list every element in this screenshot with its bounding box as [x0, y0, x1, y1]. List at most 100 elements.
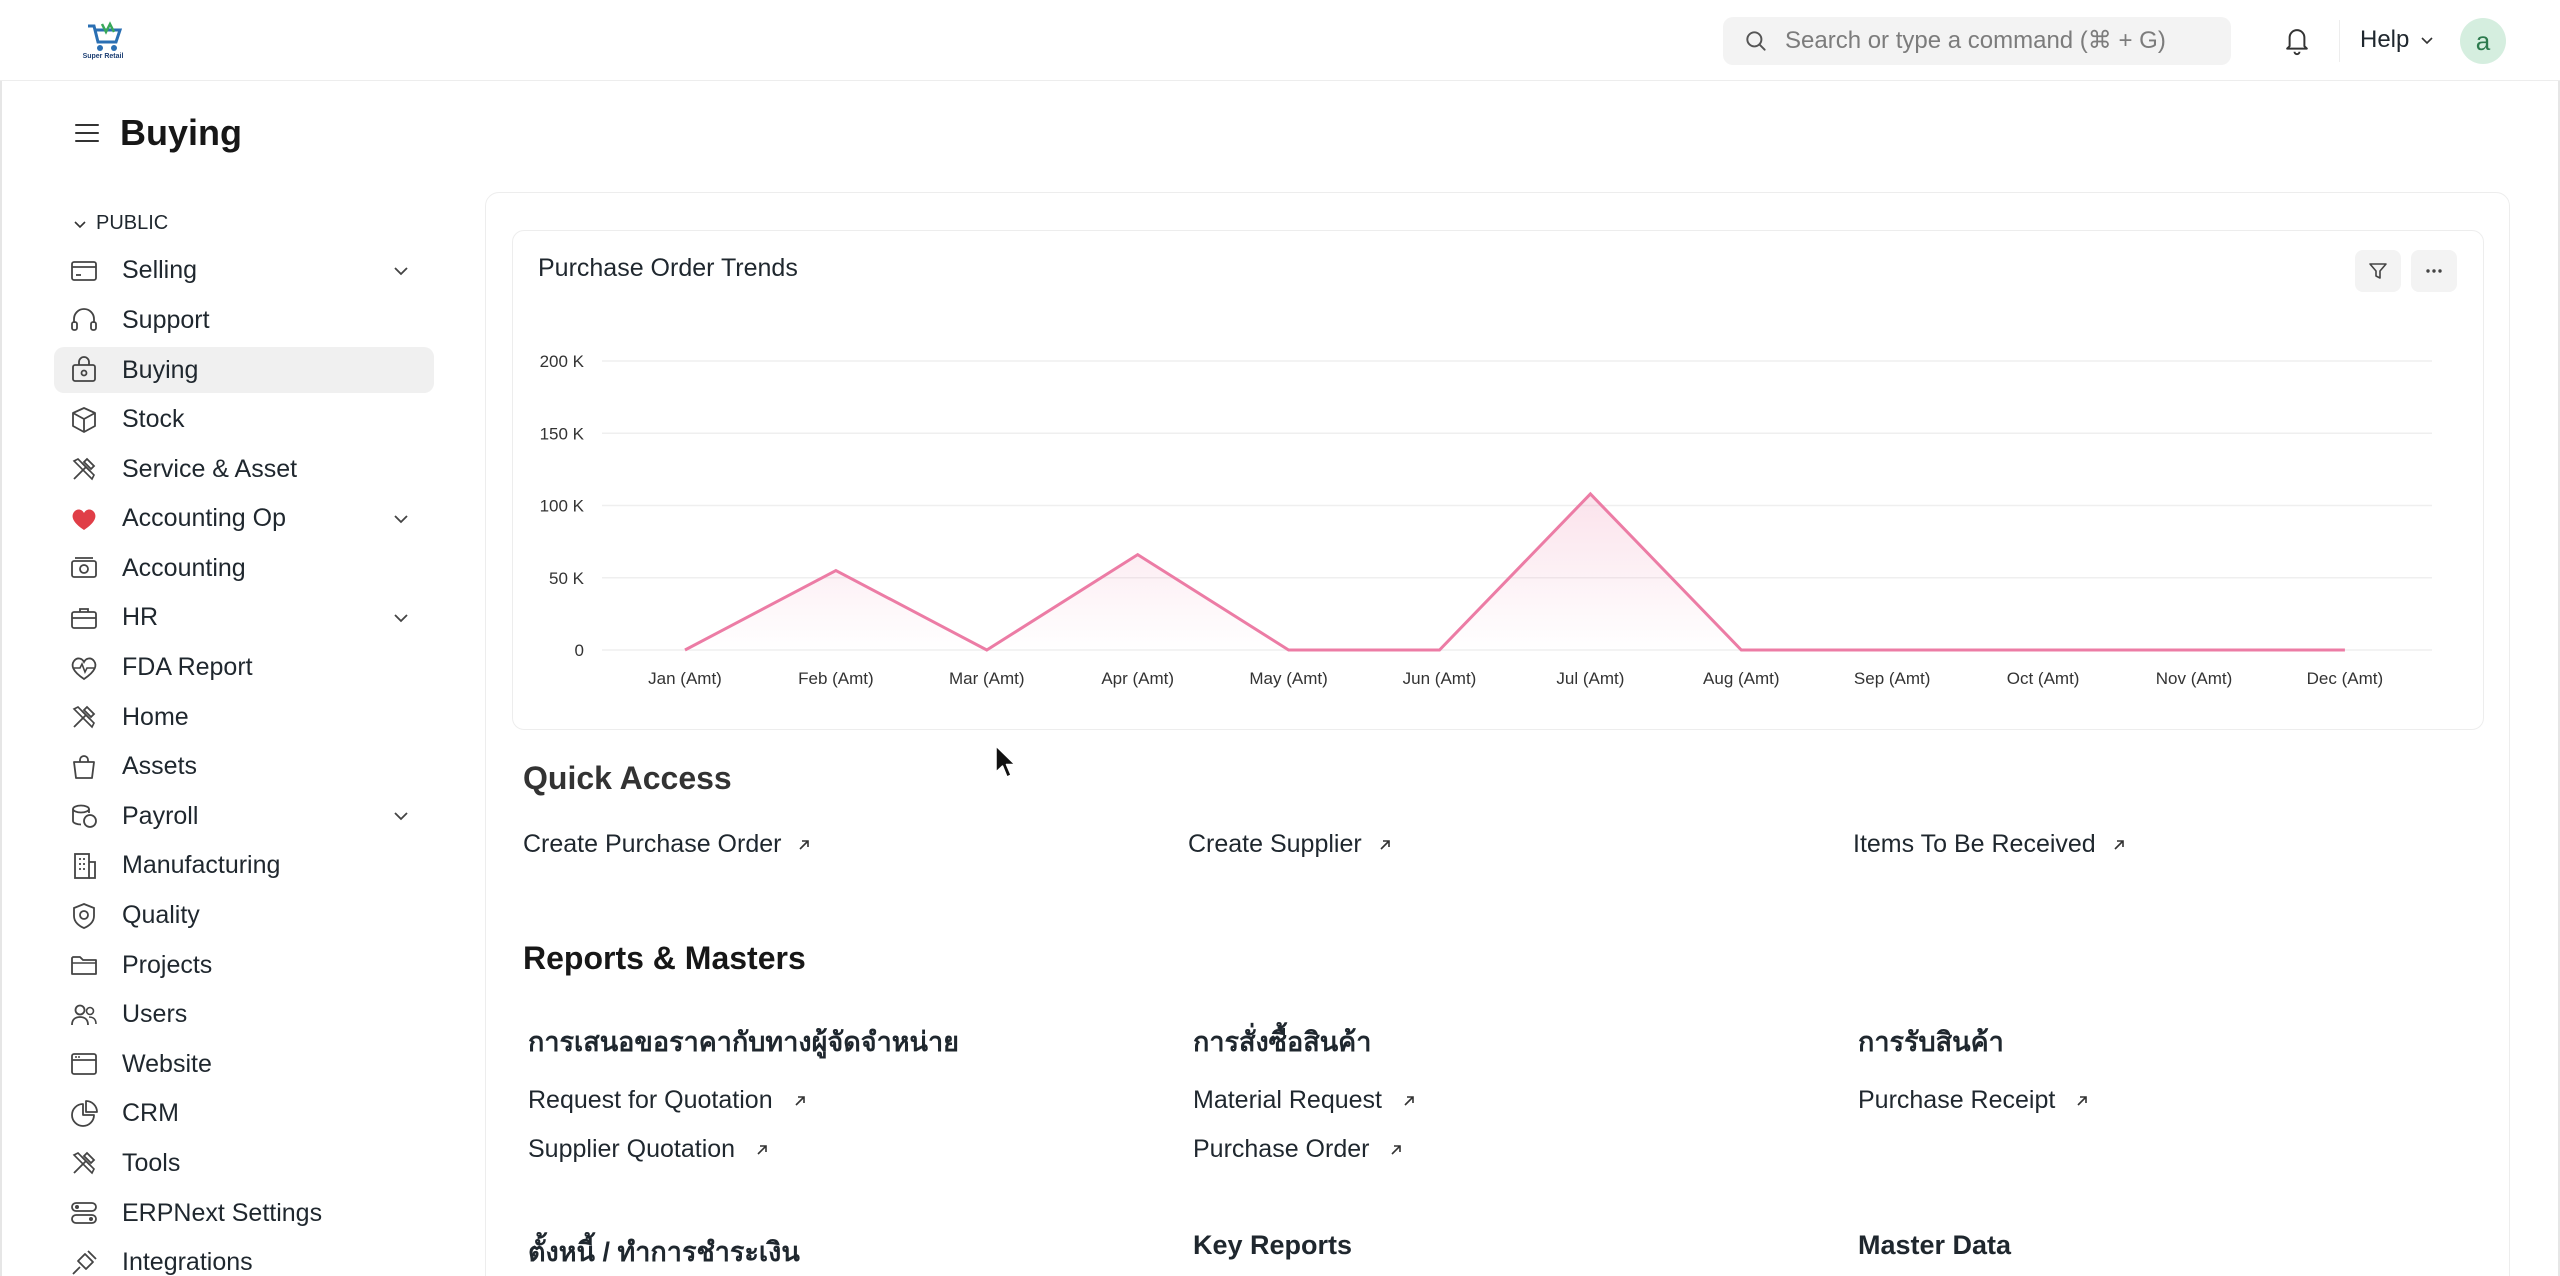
quality-badge-icon — [68, 900, 100, 932]
chevron-down-icon[interactable] — [390, 805, 412, 827]
money-icon — [68, 552, 100, 584]
sidebar-item-support[interactable]: Support — [54, 296, 434, 346]
external-arrow-icon — [757, 1144, 767, 1155]
chart-filter-button[interactable] — [2355, 250, 2401, 292]
data-point[interactable] — [2188, 644, 2200, 656]
x-tick-label: Jan (Amt) — [648, 669, 722, 688]
sidebar-item-label: Manufacturing — [122, 851, 281, 880]
sidebar-item-hr[interactable]: HR — [54, 593, 434, 643]
external-arrow-icon — [1404, 1095, 1414, 1106]
sidebar-item-accounting[interactable]: Accounting — [54, 544, 434, 594]
sidebar-item-label: Website — [122, 1049, 212, 1078]
sidebar-item-erpnext-settings[interactable]: ERPNext Settings — [54, 1188, 434, 1238]
data-point[interactable] — [1434, 644, 1446, 656]
heartbeat-icon — [68, 652, 100, 684]
mouse-cursor-icon — [995, 745, 1016, 778]
search-input[interactable] — [1785, 27, 2205, 55]
sidebar-item-website[interactable]: Website — [54, 1040, 434, 1090]
sidebar-item-projects[interactable]: Projects — [54, 940, 434, 990]
sidebar-item-accounting-op[interactable]: Accounting Op — [54, 494, 434, 544]
x-tick-label: Jul (Amt) — [1556, 669, 1624, 688]
sidebar-nav: Selling Support Buying Stock Service & Asset… — [54, 246, 434, 1276]
user-avatar[interactable]: a — [2460, 18, 2506, 64]
data-point[interactable] — [1132, 549, 1144, 561]
report-link-material-request[interactable]: Material Request — [1193, 1086, 1418, 1115]
sidebar-item-quality[interactable]: Quality — [54, 891, 434, 941]
data-point[interactable] — [1584, 488, 1596, 500]
x-tick-label: Apr (Amt) — [1101, 669, 1174, 688]
help-label: Help — [2360, 26, 2410, 53]
quick-link-label: Create Purchase Order — [523, 830, 782, 858]
chevron-down-icon[interactable] — [390, 508, 412, 530]
external-arrow-icon — [2114, 839, 2124, 850]
report-group-title: Key Reports — [1193, 1230, 1353, 1260]
report-link-purchase-order[interactable]: Purchase Order — [1193, 1135, 1405, 1164]
page-title: Buying — [120, 112, 242, 153]
external-arrow-icon — [1391, 1144, 1402, 1155]
plug-icon — [68, 1247, 100, 1276]
sidebar-item-fda-report[interactable]: FDA Report — [54, 643, 434, 693]
quick-link-create-purchase-order[interactable]: Create Purchase Order — [523, 830, 813, 859]
sidebar-item-integrations[interactable]: Integrations — [54, 1238, 434, 1276]
app-logo[interactable]: Super Retail — [80, 20, 126, 62]
notifications-bell-icon[interactable] — [2282, 24, 2312, 56]
settings-toggle-icon — [68, 1197, 100, 1229]
report-group-title: การรับสินค้า — [1858, 1027, 2004, 1057]
tools-icon — [68, 1147, 100, 1179]
y-tick-label: 0 — [575, 641, 584, 660]
box-icon — [68, 404, 100, 436]
sidebar-item-payroll[interactable]: Payroll — [54, 792, 434, 842]
shopping-bag-icon — [68, 354, 100, 386]
search-bar[interactable] — [1723, 17, 2231, 65]
data-point[interactable] — [1283, 644, 1295, 656]
data-point[interactable] — [1735, 644, 1747, 656]
sidebar-item-service-and-asset[interactable]: Service & Asset — [54, 444, 434, 494]
report-group-title: Master Data — [1858, 1230, 2012, 1260]
sidebar-item-selling[interactable]: Selling — [54, 246, 434, 296]
sidebar-item-tools[interactable]: Tools — [54, 1139, 434, 1189]
sidebar-item-label: Users — [122, 1000, 188, 1029]
coins-icon — [68, 800, 100, 832]
search-icon — [1746, 31, 1766, 51]
sidebar-item-label: HR — [122, 603, 159, 632]
sidebar-item-users[interactable]: Users — [54, 990, 434, 1040]
quick-link-items-to-be-received[interactable]: Items To Be Received — [1853, 830, 2128, 859]
sidebar-item-label: Buying — [122, 355, 199, 384]
window-left-edge — [0, 0, 2, 1276]
report-group-title: ตั้งหนี้ / ทำการชำระเงิน — [528, 1237, 800, 1267]
report-link-request-for-quotation[interactable]: Request for Quotation — [528, 1086, 809, 1115]
quick-link-create-supplier[interactable]: Create Supplier — [1188, 830, 1394, 859]
filter-icon — [2369, 263, 2387, 279]
sidebar-item-home[interactable]: Home — [54, 692, 434, 742]
sidebar-item-crm[interactable]: CRM — [54, 1089, 434, 1139]
chart-title: Purchase Order Trends — [538, 254, 798, 282]
sidebar-item-stock[interactable]: Stock — [54, 395, 434, 445]
x-tick-label: Aug (Amt) — [1703, 669, 1780, 688]
sidebar-item-label: Accounting — [122, 553, 246, 582]
data-point[interactable] — [830, 565, 842, 577]
data-point[interactable] — [679, 644, 691, 656]
top-navbar: Super Retail Help a — [0, 0, 2560, 81]
data-point[interactable] — [1886, 644, 1898, 656]
sidebar-item-buying[interactable]: Buying — [54, 347, 434, 394]
report-link-purchase-receipt[interactable]: Purchase Receipt — [1858, 1086, 2091, 1115]
chevron-down-icon[interactable] — [390, 607, 412, 629]
heart-icon — [68, 503, 100, 535]
x-tick-label: May (Amt) — [1249, 669, 1327, 688]
tools-icon — [68, 701, 100, 733]
report-group-title: การเสนอขอราคากับทางผู้จัดจำหน่าย — [528, 1027, 959, 1057]
sidebar-toggle-menu-icon[interactable] — [72, 118, 102, 148]
data-point[interactable] — [2037, 644, 2049, 656]
sidebar-item-label: Payroll — [122, 801, 199, 830]
pie-chart-icon — [68, 1098, 100, 1130]
sidebar-item-assets[interactable]: Assets — [54, 742, 434, 792]
sidebar-item-manufacturing[interactable]: Manufacturing — [54, 841, 434, 891]
data-point[interactable] — [981, 644, 993, 656]
y-tick-label: 150 K — [540, 424, 585, 443]
data-point[interactable] — [2339, 644, 2351, 656]
help-dropdown[interactable]: Help — [2360, 26, 2435, 54]
chevron-down-icon[interactable] — [390, 260, 412, 282]
chart-more-options-button[interactable] — [2411, 250, 2457, 292]
report-link-supplier-quotation[interactable]: Supplier Quotation — [528, 1135, 771, 1164]
sidebar-section-public[interactable]: PUBLIC — [72, 212, 168, 235]
